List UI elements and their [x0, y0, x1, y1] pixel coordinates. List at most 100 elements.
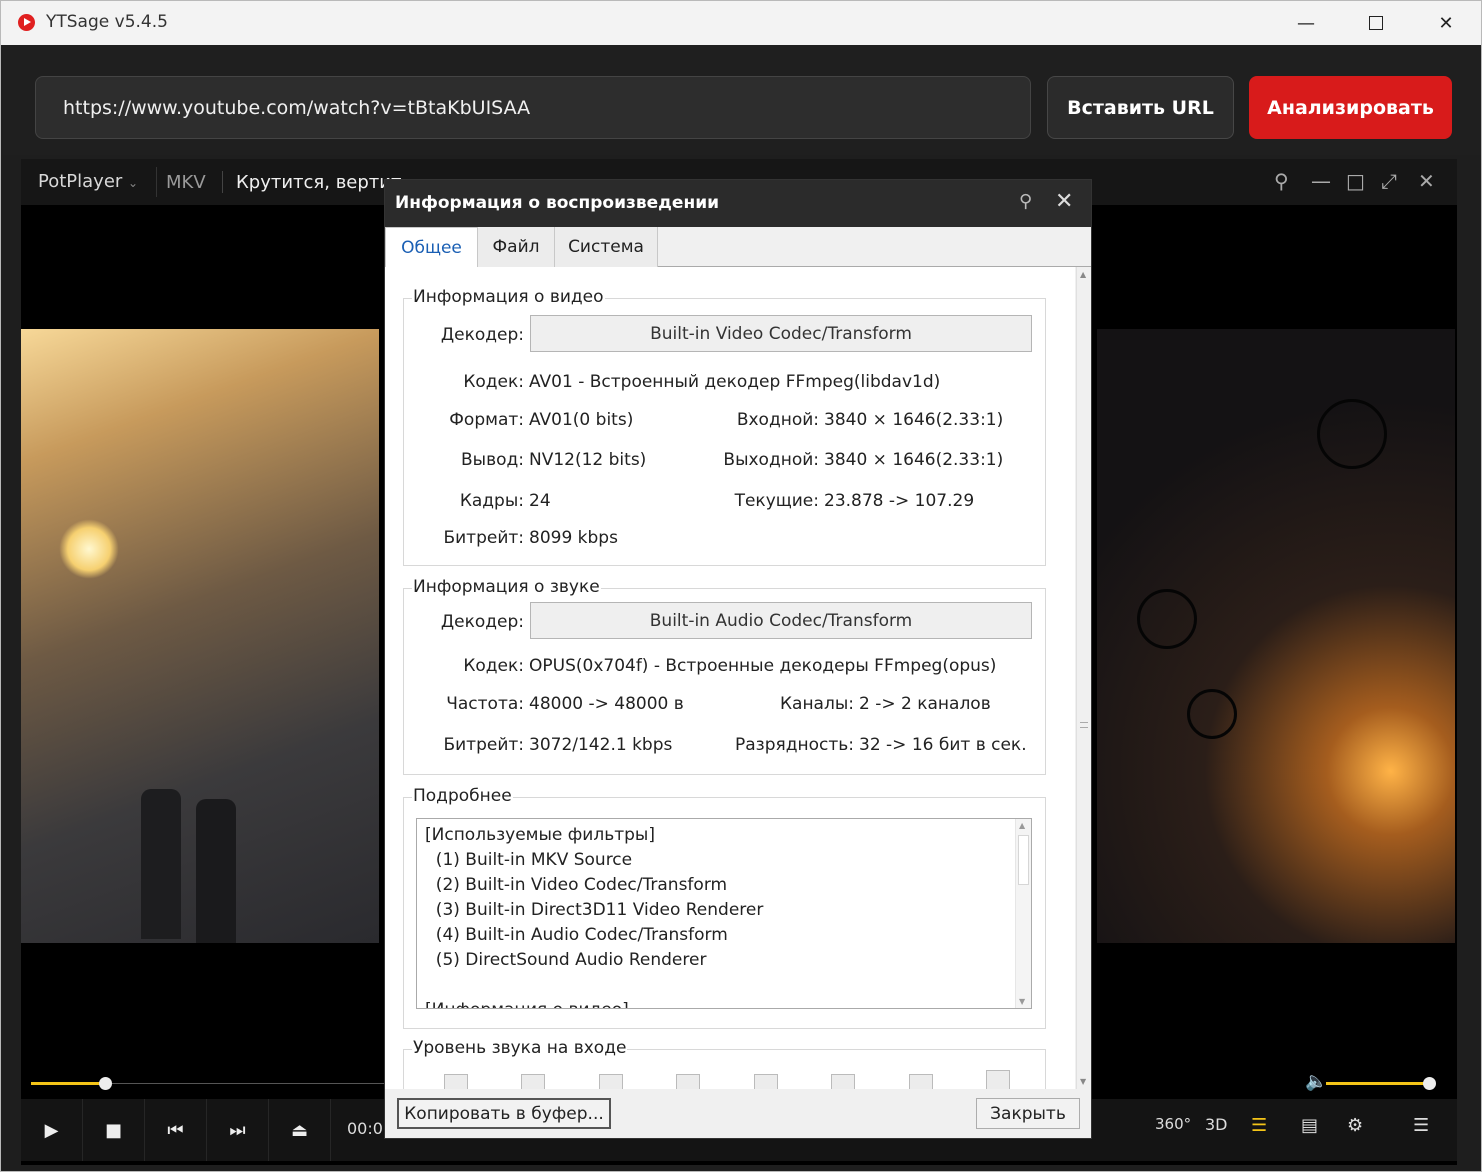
eject-icon: ⏏	[290, 1119, 308, 1141]
video-frame-right	[1097, 329, 1455, 943]
eject-button[interactable]: ⏏	[269, 1099, 331, 1161]
tab-system[interactable]: Система	[555, 227, 658, 267]
playback-info-dialog: Информация о воспроизведении ⚲ ✕ Общее Ф…	[384, 179, 1092, 1139]
copy-to-clipboard-button[interactable]: Копировать в буфер...	[397, 1098, 611, 1129]
ironwork-scroll	[1137, 589, 1197, 649]
next-button[interactable]: ⏭	[207, 1099, 269, 1161]
potplayer-menu[interactable]: PotPlayer ⌄	[38, 171, 138, 192]
level-meter	[599, 1074, 623, 1089]
dialog-title: Информация о воспроизведении	[395, 193, 720, 213]
details-group: Подробнее [Используемые фильтры] (1) Bui…	[403, 786, 1046, 1029]
scroll-grip-icon[interactable]	[1080, 722, 1088, 728]
level-meter	[831, 1074, 855, 1089]
decoder-label: Декодер:	[440, 325, 524, 345]
bit-depth-label: Разрядность:	[735, 735, 854, 755]
details-textarea[interactable]: [Используемые фильтры] (1) Built-in MKV …	[416, 818, 1032, 1009]
frames-value: 24	[529, 491, 551, 511]
close-icon[interactable]: ✕	[1055, 189, 1073, 214]
play-icon: ▶	[44, 1119, 59, 1141]
analyze-button[interactable]: Анализировать	[1249, 76, 1452, 139]
pin-icon[interactable]: ⚲	[1274, 169, 1289, 193]
level-meter	[909, 1074, 933, 1089]
frequency-label: Частота:	[446, 694, 524, 714]
current-label: Текущие:	[734, 491, 819, 511]
level-meter	[986, 1070, 1010, 1089]
previous-button[interactable]: ⏮	[145, 1099, 207, 1161]
format-label: Формат:	[449, 410, 524, 430]
content-scrollbar[interactable]: ▲ ▼	[1076, 267, 1091, 1089]
paste-url-button[interactable]: Вставить URL	[1047, 76, 1234, 139]
bit-depth-value: 32 -> 16 бит в сек.	[859, 735, 1027, 755]
url-input[interactable]	[35, 76, 1031, 139]
close-button[interactable]: ✕	[1411, 1, 1481, 45]
next-icon: ⏭	[229, 1119, 246, 1141]
playback-time: 00:0	[347, 1119, 383, 1138]
level-meter	[676, 1074, 700, 1089]
playlist-search-icon[interactable]: ☰	[1251, 1115, 1267, 1136]
details-scrollbar[interactable]: ▲ ▼	[1015, 819, 1031, 1008]
maximize-icon[interactable]: □	[1346, 169, 1365, 193]
close-icon[interactable]: ✕	[1418, 169, 1435, 193]
fullscreen-icon[interactable]: ⤢	[1381, 169, 1397, 193]
details-line: (5) DirectSound Audio Renderer	[425, 950, 707, 970]
close-icon: ✕	[1438, 12, 1454, 34]
ytsage-app-icon	[18, 14, 35, 31]
seek-bar-track[interactable]	[105, 1083, 385, 1084]
scroll-thumb[interactable]	[1018, 835, 1029, 885]
play-button[interactable]: ▶	[21, 1099, 83, 1161]
close-dialog-button[interactable]: Закрыть	[976, 1098, 1080, 1129]
360-icon[interactable]: 360°	[1155, 1115, 1191, 1133]
window-title: YTSage v5.4.5	[46, 12, 168, 32]
video-frame-left	[21, 329, 379, 943]
details-line: [Используемые фильтры]	[425, 825, 655, 845]
level-meter	[521, 1074, 545, 1089]
group-label: Информация о видео	[412, 287, 605, 307]
dialog-titlebar: Информация о воспроизведении ⚲ ✕	[385, 180, 1091, 227]
figure-silhouette	[141, 789, 181, 939]
volume-slider[interactable]	[1326, 1082, 1430, 1085]
title-bar: YTSage v5.4.5 — ✕	[1, 1, 1481, 45]
stop-button[interactable]: ■	[83, 1099, 145, 1161]
audio-info-group: Информация о звуке Декодер: Built-in Aud…	[403, 577, 1046, 775]
volume-icon[interactable]: 🔈	[1305, 1071, 1327, 1092]
settings-icon[interactable]: ⚙	[1347, 1115, 1363, 1136]
divider	[222, 171, 223, 193]
scroll-up-icon[interactable]: ▲	[1019, 821, 1025, 830]
dialog-tabs: Общее Файл Система	[385, 227, 1091, 268]
seek-handle[interactable]	[99, 1077, 112, 1090]
video-decoder-button[interactable]: Built-in Video Codec/Transform	[530, 315, 1032, 352]
maximize-button[interactable]	[1341, 1, 1411, 45]
codec-label: Кодек:	[463, 656, 524, 676]
ytsage-window: YTSage v5.4.5 — ✕ Вставить URL Анализиро…	[0, 0, 1482, 1172]
scroll-down-icon[interactable]: ▼	[1080, 1077, 1086, 1086]
pin-icon[interactable]: ⚲	[1019, 191, 1032, 212]
bitrate-label: Битрейт:	[443, 528, 524, 548]
tab-general[interactable]: Общее	[385, 227, 478, 268]
bitrate-value: 8099 kbps	[529, 528, 618, 548]
input-value: 3840 × 1646(2.33:1)	[824, 410, 1004, 430]
scroll-down-icon[interactable]: ▼	[1019, 997, 1025, 1006]
frequency-value: 48000 -> 48000 в	[529, 694, 684, 714]
minimize-icon: —	[1297, 12, 1315, 34]
minimize-button[interactable]: —	[1271, 1, 1341, 45]
minimize-icon[interactable]: —	[1311, 169, 1331, 193]
decoder-label: Декодер:	[440, 612, 524, 632]
media-title: Крутится, вертит	[236, 172, 402, 193]
codec-value: OPUS(0x704f) - Встроенные декодеры FFmpe…	[529, 656, 997, 676]
menu-icon[interactable]: ☰	[1413, 1115, 1429, 1136]
volume-handle[interactable]	[1423, 1077, 1436, 1090]
3d-icon[interactable]: 3D	[1205, 1115, 1228, 1134]
stop-icon: ■	[104, 1119, 122, 1141]
chapter-icon[interactable]: ▤	[1301, 1115, 1318, 1136]
details-line: (4) Built-in Audio Codec/Transform	[425, 925, 728, 945]
output-res-value: 3840 × 1646(2.33:1)	[824, 450, 1004, 470]
audio-decoder-button[interactable]: Built-in Audio Codec/Transform	[530, 602, 1032, 639]
maximize-icon	[1369, 16, 1383, 30]
seek-bar-progress[interactable]	[31, 1082, 105, 1085]
codec-value: AV01 - Встроенный декодер FFmpeg(libdav1…	[529, 372, 941, 392]
level-meter	[754, 1074, 778, 1089]
input-level-group: Уровень звука на входе	[403, 1038, 1046, 1089]
url-toolbar: Вставить URL Анализировать	[3, 45, 1481, 155]
scroll-up-icon[interactable]: ▲	[1080, 270, 1086, 279]
tab-file[interactable]: Файл	[478, 227, 555, 267]
